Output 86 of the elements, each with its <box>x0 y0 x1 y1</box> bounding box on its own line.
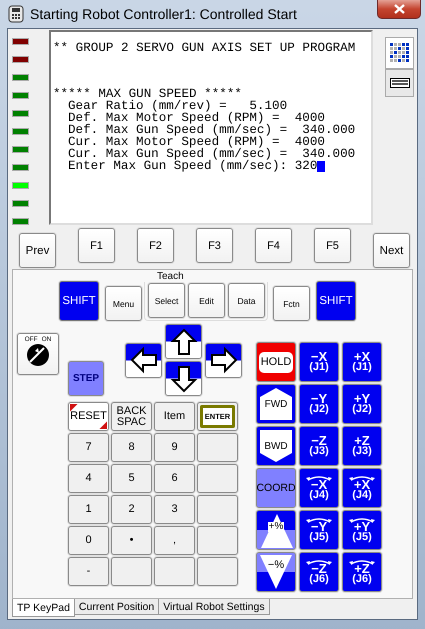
page-key[interactable]: Prev <box>19 233 56 268</box>
jog-key[interactable]: +X (J4) <box>342 468 382 508</box>
dot-matrix-icon <box>390 43 410 63</box>
backward-key[interactable]: BWD <box>256 426 296 466</box>
menu-key[interactable]: Fctn <box>273 286 310 321</box>
arrow-right-icon <box>210 346 238 374</box>
jog-key[interactable]: −Z (J6) <box>299 552 339 592</box>
teach-key[interactable]: Edit <box>188 283 225 318</box>
number-key[interactable]: 3 <box>154 495 195 524</box>
close-button[interactable] <box>377 0 421 19</box>
teach-key[interactable]: Data <box>228 283 265 318</box>
function-key[interactable]: F3 <box>196 228 233 263</box>
arrow-up-icon <box>170 328 198 356</box>
menu-key[interactable]: Menu <box>105 286 142 321</box>
function-key[interactable]: F2 <box>137 228 174 263</box>
blank-key[interactable] <box>197 557 238 586</box>
number-key[interactable]: 8 <box>111 433 152 462</box>
speed-up-key[interactable]: +% <box>256 510 296 550</box>
screen-line: Def. Max Motor Speed (RPM) = 4000 <box>68 112 325 124</box>
screen-heading: ** GROUP 2 SERVO GUN AXIS SET UP PROGRAM <box>53 42 356 54</box>
screen-line: Def. Max Gun Speed (mm/sec) = 340.000 <box>68 124 356 136</box>
text-cursor <box>317 160 326 172</box>
keypad-key[interactable]: BACK SPAC <box>111 402 152 431</box>
teach-group-label: Teach <box>156 271 185 282</box>
left-arrow-key[interactable] <box>125 342 162 378</box>
number-key[interactable]: • <box>111 526 152 555</box>
down-arrow-key[interactable] <box>165 361 202 396</box>
number-key[interactable]: 4 <box>68 464 109 493</box>
screen-line: Cur. Max Gun Speed (mm/sec) = 340.000 <box>68 148 356 160</box>
blank-key[interactable] <box>197 464 238 493</box>
number-key[interactable]: 7 <box>68 433 109 462</box>
number-key[interactable]: 0 <box>68 526 109 555</box>
right-arrow-key[interactable] <box>205 342 242 378</box>
jog-key[interactable]: +X (J1) <box>342 342 382 382</box>
screen-section-title: ***** MAX GUN SPEED ***** <box>53 88 242 100</box>
screen-line: Gear Ratio (mm/rev) = 5.100 <box>68 100 288 112</box>
reset-key[interactable]: RESET <box>68 402 109 431</box>
forward-key[interactable]: FWD <box>256 384 296 424</box>
blank-key[interactable] <box>154 557 195 586</box>
number-key[interactable]: , <box>154 526 195 555</box>
input-value[interactable]: 320 <box>287 160 318 172</box>
number-key[interactable]: - <box>68 557 109 586</box>
coord-key[interactable]: COORD <box>256 468 296 508</box>
number-key[interactable]: 5 <box>111 464 152 493</box>
keyboard-icon <box>390 78 410 88</box>
view-tab[interactable] <box>385 69 414 97</box>
number-key[interactable]: 1 <box>68 495 109 524</box>
teach-key[interactable]: Select <box>148 283 185 318</box>
number-key[interactable]: 9 <box>154 433 195 462</box>
jog-key[interactable]: +Z (J3) <box>342 426 382 466</box>
keypad-key[interactable]: Item <box>154 402 195 431</box>
tab[interactable]: TP KeyPad <box>12 599 75 617</box>
shift-key[interactable]: SHIFT <box>316 281 356 321</box>
jog-key[interactable]: +Y (J5) <box>342 510 382 550</box>
arrow-left-icon <box>130 346 158 374</box>
step-key[interactable]: STEP <box>68 361 104 396</box>
screen-line: Cur. Max Motor Speed (RPM) = 4000 <box>68 136 325 148</box>
function-key[interactable]: F5 <box>314 228 351 263</box>
jog-key[interactable]: −Y (J2) <box>299 384 339 424</box>
jog-key[interactable]: −Y (J5) <box>299 510 339 550</box>
jog-key[interactable]: −X (J1) <box>299 342 339 382</box>
jog-key[interactable]: −Z (J3) <box>299 426 339 466</box>
jog-key[interactable]: −X (J4) <box>299 468 339 508</box>
up-arrow-key[interactable] <box>165 324 202 359</box>
close-icon <box>394 4 404 14</box>
blank-key[interactable] <box>197 433 238 462</box>
view-tab[interactable] <box>385 37 414 69</box>
blank-key[interactable] <box>197 526 238 555</box>
function-key[interactable]: F4 <box>255 228 292 263</box>
jog-key[interactable]: +Z (J6) <box>342 552 382 592</box>
speed-down-key[interactable]: −% <box>256 552 296 592</box>
blank-key[interactable] <box>197 495 238 524</box>
number-key[interactable]: 2 <box>111 495 152 524</box>
tab[interactable]: Current Position <box>74 599 160 615</box>
input-prompt: Enter Max Gun Speed (mm/sec): <box>68 160 288 172</box>
arrow-down-icon <box>170 364 198 392</box>
jog-key[interactable]: +Y (J2) <box>342 384 382 424</box>
function-key[interactable]: F1 <box>78 228 115 263</box>
hold-key[interactable]: HOLD <box>256 342 296 382</box>
page-key[interactable]: Next <box>373 233 410 268</box>
shift-key[interactable]: SHIFT <box>59 281 99 321</box>
pendant-icon <box>8 5 24 23</box>
tab[interactable]: Virtual Robot Settings <box>158 599 270 615</box>
blank-key[interactable] <box>111 557 152 586</box>
number-key[interactable]: 6 <box>154 464 195 493</box>
window-title: Starting Robot Controller1: Controlled Start <box>30 6 297 22</box>
